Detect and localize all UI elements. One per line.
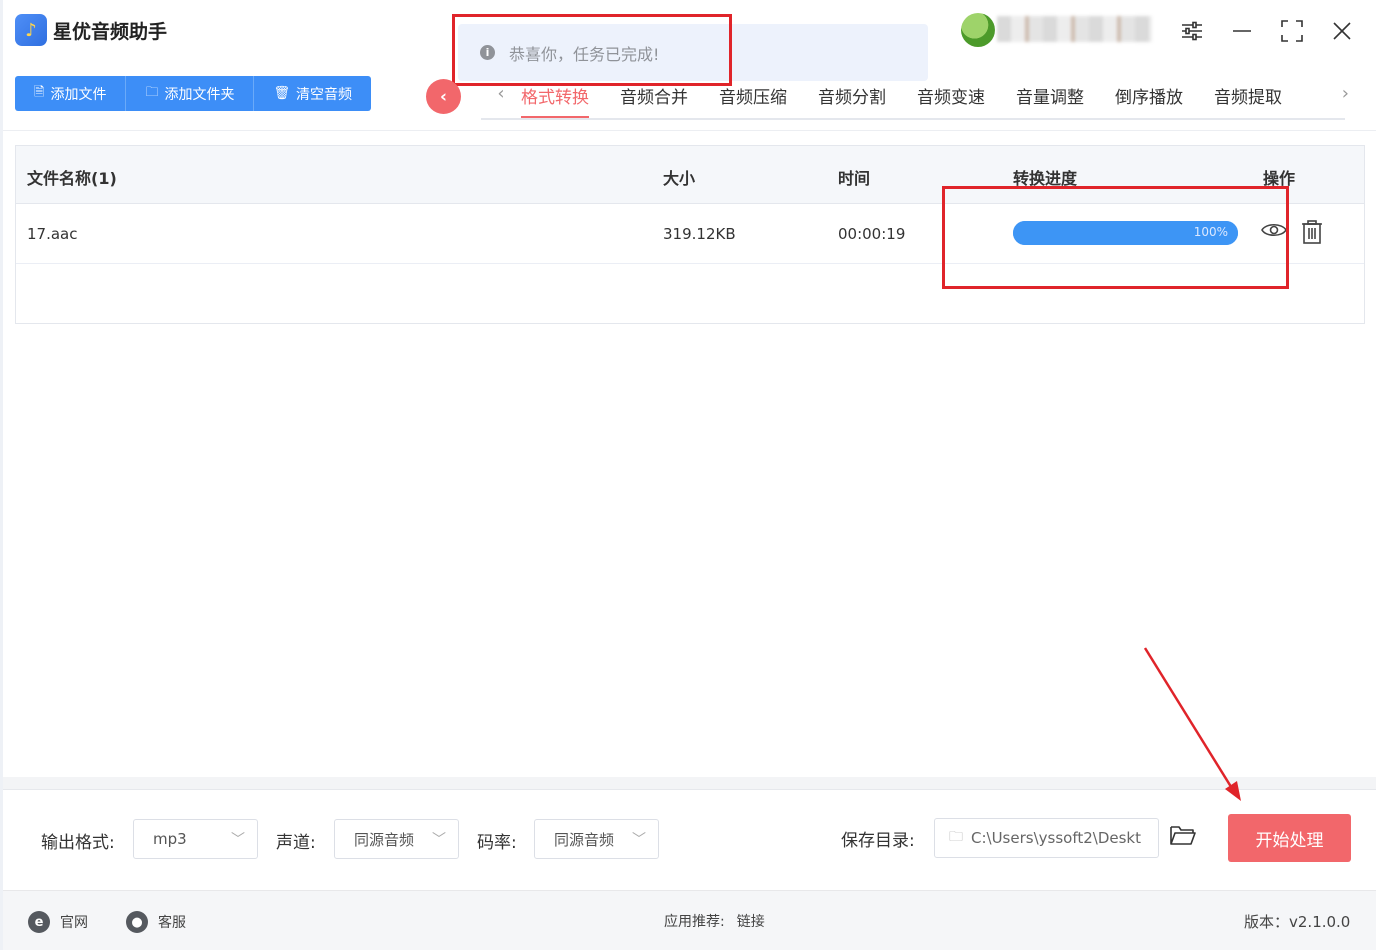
file-icon: 🗎 (34, 84, 45, 100)
add-folder-button[interactable]: 🗀 添加文件夹 (126, 76, 255, 111)
minimize-icon[interactable] (1227, 16, 1257, 46)
tab-audio-speed[interactable]: 音频变速 (917, 80, 985, 118)
save-dir-input[interactable]: 🗀 C:\Users\yssoft2\Deskt (934, 818, 1159, 858)
header-file-name: 文件名称(1) (27, 169, 117, 188)
tabs-scroll-right-icon[interactable]: › (1342, 83, 1349, 104)
tab-reverse-play[interactable]: 倒序播放 (1115, 80, 1183, 118)
start-processing-button[interactable]: 开始处理 (1228, 814, 1351, 862)
tabs-scroll-left-icon[interactable]: ‹ (481, 80, 521, 104)
add-file-label: 添加文件 (50, 86, 107, 103)
tab-audio-compress[interactable]: 音频压缩 (719, 80, 787, 118)
save-dir-label: 保存目录: (841, 831, 915, 851)
output-format-value: mp3 (153, 830, 187, 848)
chevron-down-icon: ﹀ (632, 832, 646, 848)
header-size: 大小 (663, 169, 696, 188)
service-link[interactable]: ● 客服 (126, 911, 186, 933)
back-button[interactable]: ‹ (426, 79, 461, 114)
user-name-blurred (997, 16, 1152, 42)
website-label: 官网 (60, 915, 88, 931)
app-logo-icon: ♪ (15, 14, 47, 46)
footer-bar: e 官网 ● 客服 应用推荐: 链接 版本：v2.1.0.0 (3, 890, 1376, 950)
folder-small-icon: 🗀 (949, 829, 963, 845)
chevron-down-icon: ﹀ (432, 832, 446, 848)
header-time: 时间 (838, 169, 871, 188)
channel-select[interactable]: 同源音频 ﹀ (334, 819, 459, 859)
tab-audio-merge[interactable]: 音频合并 (620, 80, 688, 118)
app-recommend: 应用推荐: 链接 (664, 911, 765, 931)
channel-label: 声道: (276, 833, 316, 853)
chat-bubble-icon: ● (126, 911, 148, 933)
tab-audio-extract[interactable]: 音频提取 (1214, 80, 1282, 118)
chevron-down-icon: ﹀ (231, 832, 245, 848)
bitrate-select[interactable]: 同源音频 ﹀ (534, 819, 659, 859)
tab-audio-split[interactable]: 音频分割 (818, 80, 886, 118)
open-folder-icon[interactable] (1170, 824, 1196, 852)
highlight-box-toast (452, 14, 732, 86)
cell-file-name: 17.aac (27, 225, 78, 243)
maximize-icon[interactable] (1277, 16, 1307, 46)
toolbar: 🗎 添加文件 🗀 添加文件夹 🗑 清空音频 (15, 76, 371, 111)
website-link[interactable]: e 官网 (28, 911, 88, 933)
add-folder-label: 添加文件夹 (164, 86, 235, 103)
add-file-button[interactable]: 🗎 添加文件 (15, 76, 127, 111)
ie-icon: e (28, 911, 50, 933)
tab-format-convert[interactable]: 格式转换 (521, 80, 589, 118)
user-avatar[interactable] (961, 13, 995, 47)
settings-panel: 输出格式: mp3 ﹀ 声道: 同源音频 ﹀ 码率: 同源音频 ﹀ 保存目录: … (3, 789, 1376, 887)
recommend-link[interactable]: 链接 (737, 911, 765, 931)
output-format-label: 输出格式: (41, 833, 115, 853)
content-bottom-strip (3, 777, 1376, 789)
cell-time: 00:00:19 (838, 225, 906, 243)
bitrate-label: 码率: (477, 833, 517, 853)
trash-icon: 🗑 (273, 86, 290, 101)
clear-audio-label: 清空音频 (295, 86, 352, 103)
sliders-icon[interactable] (1177, 16, 1207, 46)
channel-value: 同源音频 (354, 830, 415, 849)
delete-trash-icon[interactable] (1301, 220, 1323, 250)
highlight-box-progress (942, 186, 1289, 289)
chevron-left-icon: ‹ (439, 86, 447, 107)
function-tabs: ‹ 格式转换 音频合并 音频压缩 音频分割 音频变速 音量调整 倒序播放 音频提… (481, 80, 1349, 120)
app-title: 星优音频助手 (53, 21, 168, 43)
header-divider (3, 130, 1376, 131)
clear-audio-button[interactable]: 🗑 清空音频 (254, 76, 371, 111)
recommend-label: 应用推荐: (664, 914, 725, 930)
app-window: ♪ 星优音频助手 i 恭喜你，任务已完成! 🗎 添加文件 🗀 添加文件夹 🗑 清… (3, 0, 1376, 950)
save-dir-value: C:\Users\yssoft2\Deskt (971, 829, 1141, 847)
folder-icon: 🗀 (145, 84, 159, 100)
version-label: 版本：v2.1.0.0 (1244, 913, 1351, 931)
cell-size: 319.12KB (663, 225, 736, 243)
close-icon[interactable] (1327, 16, 1357, 46)
output-format-select[interactable]: mp3 ﹀ (133, 819, 258, 859)
bitrate-value: 同源音频 (554, 830, 615, 849)
service-label: 客服 (158, 915, 186, 931)
tab-volume-adjust[interactable]: 音量调整 (1016, 80, 1084, 118)
